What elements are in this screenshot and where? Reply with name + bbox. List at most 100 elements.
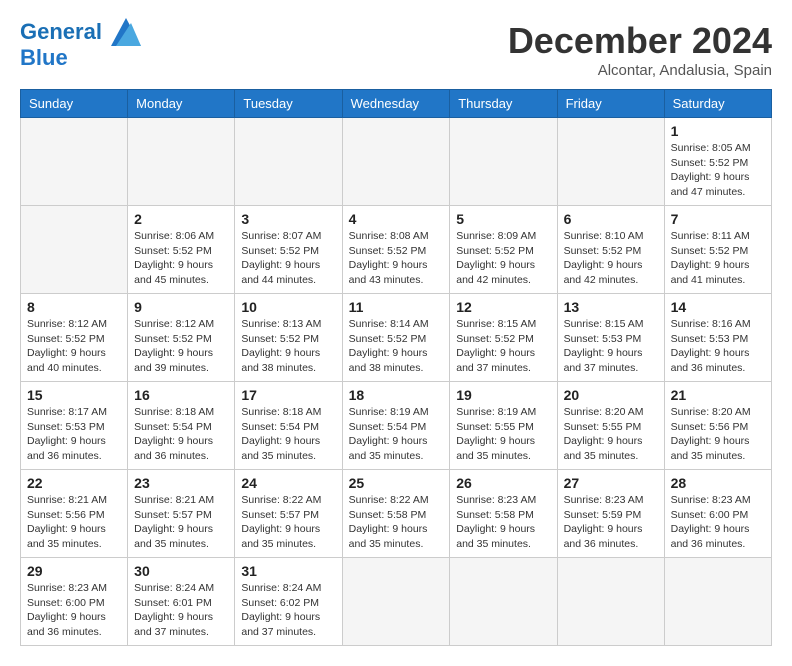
calendar-day: 27Sunrise: 8:23 AMSunset: 5:59 PMDayligh… — [557, 470, 664, 558]
day-number: 25 — [349, 475, 444, 491]
day-number: 1 — [671, 123, 765, 139]
calendar-day: 12 Sunrise: 8:15 AMSunset: 5:52 PMDayligh… — [450, 294, 557, 382]
day-info: Sunrise: 8:09 AMSunset: 5:52 PMDaylight:… — [456, 230, 536, 286]
day-info: Sunrise: 8:08 AMSunset: 5:52 PMDaylight:… — [349, 230, 429, 286]
header-wednesday: Wednesday — [342, 90, 450, 118]
day-number: 14 — [671, 299, 765, 315]
day-info: Sunrise: 8:23 AMSunset: 5:58 PMDaylight:… — [456, 494, 536, 550]
day-info: Sunrise: 8:24 AMSunset: 6:01 PMDaylight:… — [134, 582, 214, 638]
week-row: 29Sunrise: 8:23 AMSunset: 6:00 PMDayligh… — [21, 558, 772, 646]
header-thursday: Thursday — [450, 90, 557, 118]
day-number: 29 — [27, 563, 121, 579]
day-number: 26 — [456, 475, 550, 491]
day-number: 24 — [241, 475, 335, 491]
day-info: Sunrise: 8:16 AMSunset: 5:53 PMDaylight:… — [671, 318, 751, 374]
day-info: Sunrise: 8:23 AMSunset: 5:59 PMDaylight:… — [564, 494, 644, 550]
day-number: 21 — [671, 387, 765, 403]
day-info: Sunrise: 8:21 AMSunset: 5:57 PMDaylight:… — [134, 494, 214, 550]
day-info: Sunrise: 8:15 AMSunset: 5:52 PMDaylight:… — [456, 318, 536, 374]
logo: General Blue — [20, 20, 141, 70]
day-info: Sunrise: 8:24 AMSunset: 6:02 PMDaylight:… — [241, 582, 321, 638]
calendar-day: 11Sunrise: 8:14 AMSunset: 5:52 PMDayligh… — [342, 294, 450, 382]
header-sunday: Sunday — [21, 90, 128, 118]
day-info: Sunrise: 8:06 AMSunset: 5:52 PMDaylight:… — [134, 230, 214, 286]
location: Alcontar, Andalusia, Spain — [508, 62, 772, 79]
day-number: 17 — [241, 387, 335, 403]
day-info: Sunrise: 8:17 AMSunset: 5:53 PMDaylight:… — [27, 406, 107, 462]
logo-text: General — [20, 20, 141, 46]
calendar: SundayMondayTuesdayWednesdayThursdayFrid… — [20, 89, 772, 646]
day-info: Sunrise: 8:05 AMSunset: 5:52 PMDaylight:… — [671, 142, 751, 198]
calendar-day: 6 Sunrise: 8:10 AMSunset: 5:52 PMDaylight… — [557, 206, 664, 294]
calendar-day: 22 Sunrise: 8:21 AMSunset: 5:56 PMDayligh… — [21, 470, 128, 558]
empty-cell — [21, 118, 128, 206]
empty-cell — [557, 118, 664, 206]
day-number: 28 — [671, 475, 765, 491]
day-number: 22 — [27, 475, 121, 491]
day-number: 20 — [564, 387, 658, 403]
header-tuesday: Tuesday — [235, 90, 342, 118]
calendar-day: 14 Sunrise: 8:16 AMSunset: 5:53 PMDayligh… — [664, 294, 771, 382]
day-info: Sunrise: 8:11 AMSunset: 5:52 PMDaylight:… — [671, 230, 750, 286]
day-info: Sunrise: 8:19 AMSunset: 5:55 PMDaylight:… — [456, 406, 536, 462]
day-number: 5 — [456, 211, 550, 227]
calendar-day: 23 Sunrise: 8:21 AMSunset: 5:57 PMDayligh… — [128, 470, 235, 558]
day-number: 15 — [27, 387, 121, 403]
week-row: 2 Sunrise: 8:06 AMSunset: 5:52 PMDaylight… — [21, 206, 772, 294]
day-info: Sunrise: 8:18 AMSunset: 5:54 PMDaylight:… — [134, 406, 214, 462]
calendar-day: 1 Sunrise: 8:05 AMSunset: 5:52 PMDaylight… — [664, 118, 771, 206]
day-info: Sunrise: 8:20 AMSunset: 5:55 PMDaylight:… — [564, 406, 644, 462]
day-number: 9 — [134, 299, 228, 315]
day-info: Sunrise: 8:23 AMSunset: 6:00 PMDaylight:… — [671, 494, 751, 550]
day-number: 23 — [134, 475, 228, 491]
day-info: Sunrise: 8:07 AMSunset: 5:52 PMDaylight:… — [241, 230, 321, 286]
header-monday: Monday — [128, 90, 235, 118]
title-block: December 2024 Alcontar, Andalusia, Spain — [508, 20, 772, 79]
day-number: 6 — [564, 211, 658, 227]
day-number: 31 — [241, 563, 335, 579]
day-info: Sunrise: 8:10 AMSunset: 5:52 PMDaylight:… — [564, 230, 644, 286]
day-number: 30 — [134, 563, 228, 579]
empty-cell — [664, 558, 771, 646]
day-number: 18 — [349, 387, 444, 403]
day-number: 12 — [456, 299, 550, 315]
empty-cell — [557, 558, 664, 646]
month-title: December 2024 — [508, 20, 772, 62]
day-number: 3 — [241, 211, 335, 227]
empty-cell — [450, 558, 557, 646]
day-info: Sunrise: 8:13 AMSunset: 5:52 PMDaylight:… — [241, 318, 321, 374]
day-number: 8 — [27, 299, 121, 315]
day-number: 19 — [456, 387, 550, 403]
calendar-header-row: SundayMondayTuesdayWednesdayThursdayFrid… — [21, 90, 772, 118]
calendar-day: 16Sunrise: 8:18 AMSunset: 5:54 PMDayligh… — [128, 382, 235, 470]
calendar-day: 4 Sunrise: 8:08 AMSunset: 5:52 PMDaylight… — [342, 206, 450, 294]
empty-cell — [450, 118, 557, 206]
calendar-day: 21 Sunrise: 8:20 AMSunset: 5:56 PMDayligh… — [664, 382, 771, 470]
calendar-day: 10Sunrise: 8:13 AMSunset: 5:52 PMDayligh… — [235, 294, 342, 382]
calendar-day: 24Sunrise: 8:22 AMSunset: 5:57 PMDayligh… — [235, 470, 342, 558]
week-row: 22 Sunrise: 8:21 AMSunset: 5:56 PMDayligh… — [21, 470, 772, 558]
calendar-day: 9 Sunrise: 8:12 AMSunset: 5:52 PMDaylight… — [128, 294, 235, 382]
day-number: 2 — [134, 211, 228, 227]
empty-cell — [21, 206, 128, 294]
day-info: Sunrise: 8:22 AMSunset: 5:58 PMDaylight:… — [349, 494, 429, 550]
calendar-day: 18Sunrise: 8:19 AMSunset: 5:54 PMDayligh… — [342, 382, 450, 470]
calendar-day: 3 Sunrise: 8:07 AMSunset: 5:52 PMDaylight… — [235, 206, 342, 294]
header-friday: Friday — [557, 90, 664, 118]
day-number: 4 — [349, 211, 444, 227]
calendar-day: 17Sunrise: 8:18 AMSunset: 5:54 PMDayligh… — [235, 382, 342, 470]
day-info: Sunrise: 8:12 AMSunset: 5:52 PMDaylight:… — [134, 318, 214, 374]
day-info: Sunrise: 8:20 AMSunset: 5:56 PMDaylight:… — [671, 406, 751, 462]
day-info: Sunrise: 8:21 AMSunset: 5:56 PMDaylight:… — [27, 494, 107, 550]
calendar-day: 7 Sunrise: 8:11 AMSunset: 5:52 PMDaylight… — [664, 206, 771, 294]
calendar-day: 19 Sunrise: 8:19 AMSunset: 5:55 PMDayligh… — [450, 382, 557, 470]
week-row: 1 Sunrise: 8:05 AMSunset: 5:52 PMDaylight… — [21, 118, 772, 206]
day-number: 13 — [564, 299, 658, 315]
calendar-day: 13 Sunrise: 8:15 AMSunset: 5:53 PMDayligh… — [557, 294, 664, 382]
week-row: 8 Sunrise: 8:12 AMSunset: 5:52 PMDaylight… — [21, 294, 772, 382]
calendar-day: 5 Sunrise: 8:09 AMSunset: 5:52 PMDaylight… — [450, 206, 557, 294]
day-info: Sunrise: 8:15 AMSunset: 5:53 PMDaylight:… — [564, 318, 644, 374]
calendar-day: 8Sunrise: 8:12 AMSunset: 5:52 PMDaylight… — [21, 294, 128, 382]
calendar-day: 26 Sunrise: 8:23 AMSunset: 5:58 PMDayligh… — [450, 470, 557, 558]
day-number: 7 — [671, 211, 765, 227]
